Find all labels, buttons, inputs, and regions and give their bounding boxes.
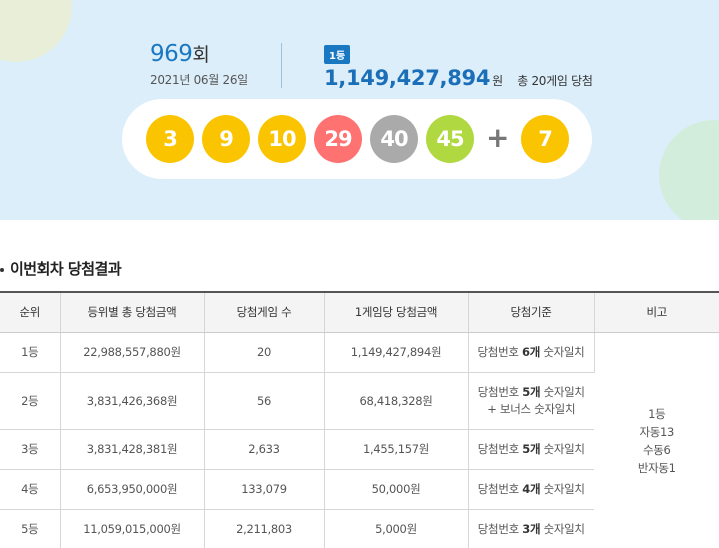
criteria-text: 당첨번호 [477,441,523,456]
plus-sign: + [486,121,510,154]
note-line: 반자동1 [637,460,676,475]
table-row: 1등 22,988,557,880원 20 1,149,427,894원 당첨번… [0,332,719,548]
criteria-match: 4개 [522,481,541,496]
criteria-text: 당첨번호 [477,344,522,359]
total-prize-cell: 6,653,950,000원 [60,469,205,510]
table-header-row: 순위 등위별 총 당첨금액 당첨게임 수 1게임당 당첨금액 당첨기준 비고 [0,291,719,333]
first-prize-info: 1등 1,149,427,894 원 총 20게임 당첨 [324,44,593,90]
per-game-prize-cell: 50,000원 [324,469,469,510]
criteria-text: 당첨번호 [477,384,523,399]
criteria-cell: 당첨번호 6개 숫자일치 [468,332,595,373]
rank-cell: 3등 [0,429,61,470]
criteria-text: 숫자일치 [540,384,585,399]
prize-unit: 원 [492,74,504,88]
criteria-text: 숫자일치 [540,481,585,496]
total-prize-cell: 11,059,015,000원 [60,509,205,548]
round-info: 969회 2021년 06월 26일 [150,40,248,88]
draw-date: 2021년 06월 26일 [150,73,248,87]
note-line: 자동13 [639,424,675,439]
per-game-prize-cell: 5,000원 [324,509,469,548]
rank-cell: 4등 [0,469,61,510]
winner-count-cell: 56 [204,372,325,430]
note-line: 1등 [648,406,666,421]
criteria-cell: 당첨번호 5개 숫자일치 [468,429,594,470]
criteria-cell: 당첨번호 3개 숫자일치 [468,509,594,548]
criteria-text: 숫자일치 [539,344,585,359]
criteria-text: 숫자일치 [540,521,585,536]
per-game-prize-cell: 68,418,328원 [324,372,469,430]
criteria-match: 5개 [522,441,541,456]
winner-count-cell: 2,633 [204,429,325,470]
total-prize-cell: 22,988,557,880원 [60,332,205,373]
criteria-match: 3개 [522,521,541,536]
first-prize-games: 총 20게임 당첨 [517,74,593,88]
column-header: 등위별 총 당첨금액 [60,291,205,333]
number-ball: 45 [426,115,474,163]
rank-badge: 1등 [324,45,351,64]
number-ball: 40 [370,115,418,163]
rank-cell: 1등 [0,332,61,373]
note-line: 수동6 [642,442,671,457]
number-ball: 29 [314,115,362,163]
column-header: 당첨게임 수 [204,291,325,333]
number-ball: 10 [258,115,306,163]
bullet-icon [0,267,4,272]
number-ball: 9 [202,115,250,163]
rank-cell: 5등 [0,509,61,548]
per-game-prize-cell: 1,149,427,894원 [324,332,469,373]
first-prize-amount: 1,149,427,894 [324,66,491,90]
divider [281,43,282,88]
criteria-text: 당첨번호 [477,481,523,496]
rank-cell: 2등 [0,372,61,430]
round-number: 969 [150,41,193,67]
bonus-ball: 7 [521,115,569,163]
criteria-text: 숫자일치 [540,441,585,456]
decorative-circle [0,0,72,62]
number-ball: 3 [146,115,194,163]
round-suffix: 회 [192,44,210,66]
column-header: 1게임당 당첨금액 [324,291,469,333]
per-game-prize-cell: 1,455,157원 [324,429,469,470]
winner-count-cell: 133,079 [204,469,325,510]
results-table: 순위 등위별 총 당첨금액 당첨게임 수 1게임당 당첨금액 당첨기준 비고 1… [0,291,719,548]
column-header: 비고 [594,291,719,333]
total-prize-cell: 3,831,426,368원 [60,372,205,430]
draw-banner: 969회 2021년 06월 26일 1등 1,149,427,894 원 총 20… [0,0,719,220]
section-title: 이번회차 당첨결과 [0,258,122,279]
section-title-text: 이번회차 당첨결과 [10,260,122,278]
decorative-circle [659,120,719,220]
criteria-match: 5개 [522,384,541,399]
criteria-match: 6개 [522,344,540,359]
criteria-cell: 당첨번호 4개 숫자일치 [468,469,594,510]
criteria-text: 당첨번호 [477,521,523,536]
column-header: 순위 [0,291,61,333]
criteria-bonus: + 보너스 숫자일치 [487,401,576,416]
note-cell: 1등 자동13 수동6 반자동1 [594,332,719,548]
column-header: 당첨기준 [468,291,595,333]
winning-numbers: 3 9 10 29 40 45 + 7 [122,99,592,179]
criteria-cell: 당첨번호 5개 숫자일치 + 보너스 숫자일치 [468,372,594,430]
winner-count-cell: 20 [204,332,325,373]
winner-count-cell: 2,211,803 [204,509,325,548]
total-prize-cell: 3,831,428,381원 [60,429,205,470]
